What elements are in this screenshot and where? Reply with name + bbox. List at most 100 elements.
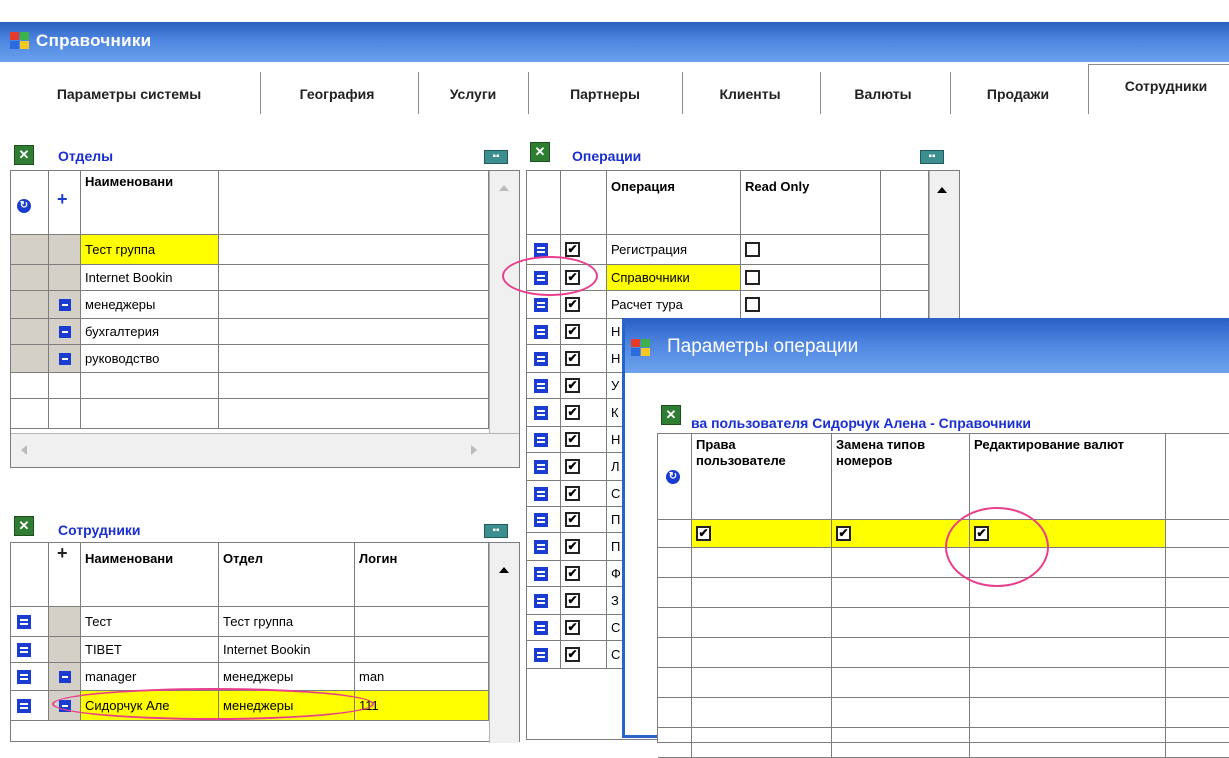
edit-icon[interactable] bbox=[534, 379, 548, 393]
table-row-name[interactable]: manager bbox=[81, 663, 219, 691]
column-header-room-types[interactable]: Замена типов номеров bbox=[832, 434, 970, 520]
tab-sales[interactable]: Продажи bbox=[958, 78, 1078, 110]
tab-clients[interactable]: Клиенты bbox=[690, 78, 810, 110]
add-icon[interactable]: + bbox=[57, 544, 68, 562]
operation-checkbox[interactable]: ✔ bbox=[565, 351, 580, 366]
expand-icon[interactable]: ▪▪ bbox=[484, 150, 508, 164]
list-item[interactable]: руководство bbox=[81, 345, 219, 373]
table-row-name[interactable]: TIBET bbox=[81, 637, 219, 663]
operation-checkbox[interactable]: ✔ bbox=[565, 593, 580, 608]
add-header[interactable]: + bbox=[49, 171, 81, 235]
operation-checkbox[interactable]: ✔ bbox=[565, 539, 580, 554]
operation-checkbox[interactable]: ✔ bbox=[565, 324, 580, 339]
edit-icon[interactable] bbox=[534, 540, 548, 554]
rights-grid: ↻ Права пользователе Замена типов номеро… bbox=[657, 433, 1229, 758]
edit-icon[interactable] bbox=[17, 699, 31, 713]
table-row-dept[interactable]: Тест группа bbox=[219, 607, 355, 637]
readonly-checkbox[interactable] bbox=[745, 297, 760, 312]
operation-checkbox[interactable]: ✔ bbox=[565, 566, 580, 581]
excel-export-icon[interactable]: ✕ bbox=[14, 516, 34, 536]
column-header-dept[interactable]: Отдел bbox=[219, 543, 355, 607]
edit-icon[interactable] bbox=[534, 433, 548, 447]
tab-currencies[interactable]: Валюты bbox=[828, 78, 938, 110]
departments-title: Отделы bbox=[58, 148, 114, 164]
table-row-login[interactable]: 111 bbox=[355, 691, 489, 721]
table-row-login[interactable] bbox=[355, 607, 489, 637]
tab-employees[interactable]: Сотрудники bbox=[1096, 70, 1229, 102]
excel-export-icon[interactable]: ✕ bbox=[14, 145, 34, 165]
edit-icon[interactable] bbox=[17, 670, 31, 684]
horizontal-scrollbar[interactable] bbox=[11, 433, 519, 467]
edit-icon[interactable] bbox=[534, 325, 548, 339]
remove-icon[interactable] bbox=[59, 353, 71, 365]
remove-icon[interactable] bbox=[59, 326, 71, 338]
user-rights-checkbox[interactable]: ✔ bbox=[696, 526, 711, 541]
table-row-dept[interactable]: менеджеры bbox=[219, 663, 355, 691]
add-icon[interactable]: + bbox=[57, 190, 68, 208]
edit-icon[interactable] bbox=[534, 298, 548, 312]
edit-icon[interactable] bbox=[17, 643, 31, 657]
edit-icon[interactable] bbox=[534, 567, 548, 581]
departments-grid: ↻ + Наименовани Тест группа Internet Boo… bbox=[10, 170, 520, 468]
remove-icon[interactable] bbox=[59, 671, 71, 683]
column-header-operation[interactable]: Операция bbox=[607, 171, 741, 235]
expand-icon[interactable]: ▪▪ bbox=[484, 524, 508, 538]
refresh-icon[interactable]: ↻ bbox=[17, 199, 31, 213]
operation-checkbox[interactable]: ✔ bbox=[565, 486, 580, 501]
table-row-dept[interactable]: Internet Bookin bbox=[219, 637, 355, 663]
operation-checkbox[interactable]: ✔ bbox=[565, 459, 580, 474]
operation-checkbox[interactable]: ✔ bbox=[565, 647, 580, 662]
operations-title: Операции bbox=[572, 148, 642, 164]
remove-icon[interactable] bbox=[59, 299, 71, 311]
operation-checkbox[interactable]: ✔ bbox=[565, 432, 580, 447]
column-header-name[interactable]: Наименовани bbox=[81, 171, 219, 235]
edit-icon[interactable] bbox=[534, 621, 548, 635]
refresh-icon[interactable]: ↻ bbox=[666, 470, 680, 484]
list-item[interactable]: бухгалтерия bbox=[81, 319, 219, 345]
edit-icon[interactable] bbox=[534, 513, 548, 527]
operation-checkbox[interactable]: ✔ bbox=[565, 242, 580, 257]
operation-label[interactable]: Справочники bbox=[607, 265, 741, 291]
refresh-header[interactable]: ↻ bbox=[11, 171, 49, 235]
operation-checkbox[interactable]: ✔ bbox=[565, 378, 580, 393]
edit-icon[interactable] bbox=[534, 243, 548, 257]
operation-checkbox[interactable]: ✔ bbox=[565, 620, 580, 635]
app-icon bbox=[10, 32, 30, 50]
room-types-checkbox[interactable]: ✔ bbox=[836, 526, 851, 541]
tab-partners[interactable]: Партнеры bbox=[540, 78, 670, 110]
edit-icon[interactable] bbox=[534, 406, 548, 420]
column-header-readonly[interactable]: Read Only bbox=[741, 171, 881, 235]
vertical-scrollbar[interactable] bbox=[489, 543, 519, 743]
list-item[interactable]: Internet Bookin bbox=[81, 265, 219, 291]
tab-services[interactable]: Услуги bbox=[428, 78, 518, 110]
vertical-scrollbar[interactable] bbox=[489, 171, 519, 433]
operation-label[interactable]: Регистрация bbox=[607, 235, 741, 265]
list-item[interactable]: менеджеры bbox=[81, 291, 219, 319]
column-header-name[interactable]: Наименовани bbox=[81, 543, 219, 607]
tab-geography[interactable]: География bbox=[272, 78, 402, 110]
employees-title: Сотрудники bbox=[58, 522, 141, 538]
table-row-name[interactable]: Тест bbox=[81, 607, 219, 637]
list-item[interactable]: Тест группа bbox=[81, 235, 219, 265]
edit-icon[interactable] bbox=[534, 594, 548, 608]
operation-label[interactable]: Расчет тура bbox=[607, 291, 741, 319]
window-title-bar: Справочники bbox=[0, 22, 1229, 62]
edit-icon[interactable] bbox=[534, 487, 548, 501]
table-row-login[interactable]: man bbox=[355, 663, 489, 691]
column-header-user-rights[interactable]: Права пользователе bbox=[692, 434, 832, 520]
edit-icon[interactable] bbox=[17, 615, 31, 629]
operation-checkbox[interactable]: ✔ bbox=[565, 512, 580, 527]
edit-icon[interactable] bbox=[534, 460, 548, 474]
operation-checkbox[interactable]: ✔ bbox=[565, 297, 580, 312]
column-header-login[interactable]: Логин bbox=[355, 543, 489, 607]
edit-icon[interactable] bbox=[534, 352, 548, 366]
excel-export-icon[interactable]: ✕ bbox=[530, 142, 550, 162]
readonly-checkbox[interactable] bbox=[745, 242, 760, 257]
expand-icon[interactable]: ▪▪ bbox=[920, 150, 944, 164]
operation-checkbox[interactable]: ✔ bbox=[565, 405, 580, 420]
edit-icon[interactable] bbox=[534, 648, 548, 662]
tab-system-params[interactable]: Параметры системы bbox=[14, 78, 244, 110]
readonly-checkbox[interactable] bbox=[745, 270, 760, 285]
excel-export-icon[interactable]: ✕ bbox=[661, 405, 681, 425]
table-row-login[interactable] bbox=[355, 637, 489, 663]
